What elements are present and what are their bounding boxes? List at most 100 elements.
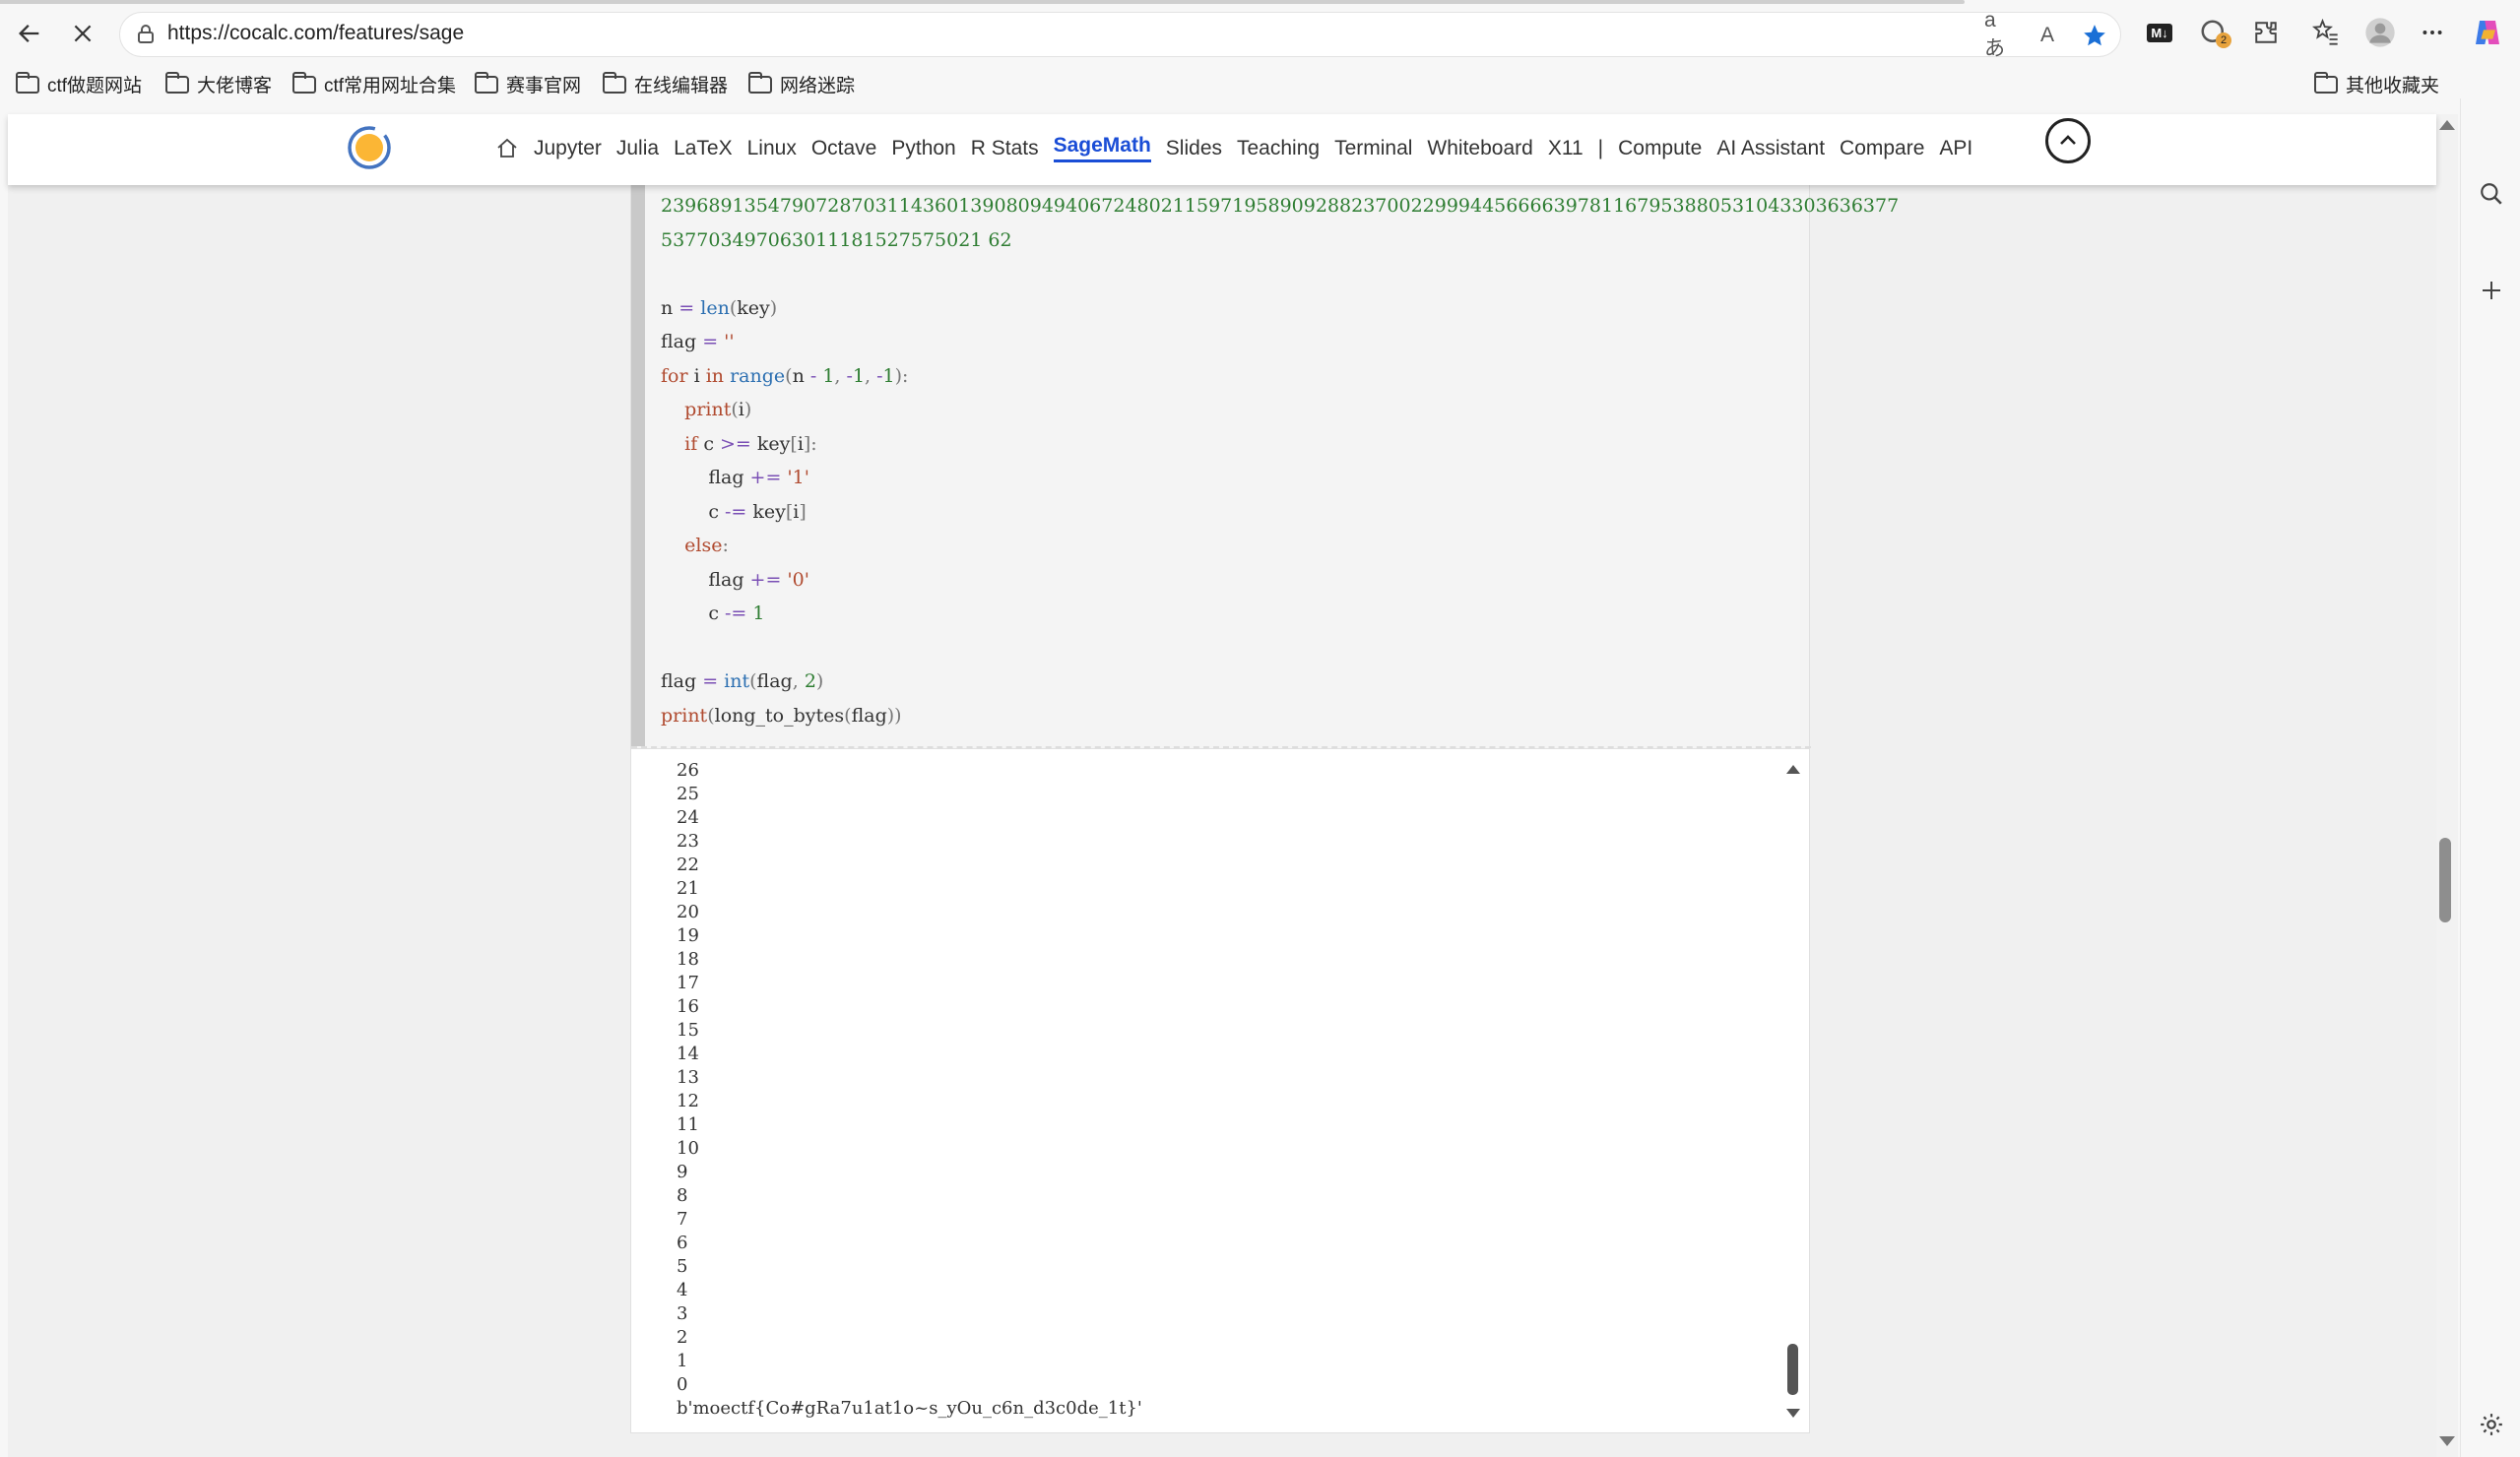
nav-x11[interactable]: X11 [1548,137,1583,160]
nav-sagemath[interactable]: SageMath [1053,134,1151,162]
output-result-line: b'moectf{Co#gRa7u1at1o~s_yOu_c6n_d3c0de_… [677,1398,1142,1419]
search-icon[interactable] [2475,177,2508,211]
markdown-extension-icon[interactable]: M↓ [2142,15,2177,50]
cocalc-logo-icon[interactable] [346,124,393,171]
bookmarks-bar: ctf做题网站 大佬博客 ctf常用网址合集 赛事官网 在线编辑器 网络迷踪 其… [0,64,2442,103]
bookmark-folder[interactable]: 在线编辑器 [603,71,728,97]
bookmark-folder[interactable]: 赛事官网 [475,71,581,97]
nav-r-stats[interactable]: R Stats [971,137,1039,160]
nav-ai-assistant[interactable]: AI Assistant [1716,137,1825,160]
output-line: 22 [677,855,699,875]
url-text[interactable]: https://cocalc.com/features/sage [167,22,464,45]
code-line: else: [684,535,729,556]
code-line: flag += '1' [661,467,809,488]
nav-latex[interactable]: LaTeX [674,137,733,160]
code-number-line: 2396891354790728703114360139080949406724… [661,195,1900,217]
output-line: 12 [677,1091,699,1111]
output-scrollbar-thumb[interactable] [1787,1344,1798,1395]
bookmark-folder[interactable]: ctf做题网站 [16,71,142,97]
nav-linux[interactable]: Linux [747,137,797,160]
code-number-line: 537703497063011181527575021 62 [661,228,1012,251]
extension-badge: 2 [2216,32,2231,48]
nav-teaching[interactable]: Teaching [1237,137,1320,160]
scroll-up-arrow-icon[interactable] [2439,120,2455,130]
folder-icon [475,71,498,94]
output-line: 0 [677,1374,688,1395]
output-line: 17 [677,973,699,993]
output-line: 16 [677,996,699,1017]
output-line: 19 [677,925,699,946]
extension-icon[interactable]: 2 [2196,15,2231,50]
nav-terminal[interactable]: Terminal [1334,137,1412,160]
output-line: 18 [677,949,699,970]
nav-octave[interactable]: Octave [811,137,877,160]
output-line: 7 [677,1209,688,1230]
output-scroll-up-icon[interactable] [1786,765,1800,774]
back-button[interactable] [10,14,49,53]
nav-compare[interactable]: Compare [1840,137,1924,160]
home-icon[interactable] [495,137,519,160]
code-line: flag = '' [661,331,735,352]
favorite-star-icon[interactable] [2080,21,2109,50]
folder-icon [16,71,39,94]
folder-icon [603,71,626,94]
more-options-icon[interactable] [2415,15,2450,50]
translate-icon[interactable]: aあ [1984,9,2014,60]
output-scroll-down-icon[interactable] [1786,1409,1800,1418]
profile-avatar-icon[interactable] [2362,15,2398,50]
output-line: 11 [677,1114,699,1135]
chevron-up-icon [2060,135,2076,145]
output-line: 26 [677,760,699,781]
output-line: 5 [677,1256,688,1277]
code-line: flag += '0' [661,568,809,591]
favorites-list-icon[interactable] [2308,15,2344,50]
output-line: 15 [677,1020,699,1041]
site-nav: Jupyter Julia LaTeX Linux Octave Python … [495,134,1972,162]
nav-python[interactable]: Python [891,137,955,160]
bookmark-folder[interactable]: 大佬博客 [165,71,272,97]
code-editor[interactable]: 2396891354790728703114360139080949406724… [661,189,1899,732]
folder-icon [165,71,189,94]
output-line: 23 [677,831,699,852]
scroll-to-top-button[interactable] [2045,118,2091,163]
folder-icon [748,71,772,94]
nav-whiteboard[interactable]: Whiteboard [1427,137,1532,160]
nav-julia[interactable]: Julia [616,137,659,160]
nav-slides[interactable]: Slides [1166,137,1222,160]
cell-output: 26 25 24 23 22 21 20 19 18 17 16 15 14 13 12 11 10 9 8 7 6 5 4… [630,748,1810,1433]
folder-icon [292,71,316,94]
browser-toolbar: https://cocalc.com/features/sage aあ A M↓… [0,0,2520,98]
output-scrollbar[interactable] [1785,761,1801,1421]
lock-icon[interactable] [134,23,158,46]
nav-compute[interactable]: Compute [1618,137,1702,160]
code-line: for i in range(n - 1, -1, -1): [661,364,909,387]
close-icon [74,25,92,42]
bookmark-folder[interactable]: ctf常用网址合集 [292,71,456,97]
code-cell[interactable]: 2396891354790728703114360139080949406724… [630,185,1899,748]
copilot-icon[interactable] [2470,15,2505,50]
browser-side-panel [2460,98,2520,1457]
code-line: if c >= key[i]: [684,432,817,455]
settings-gear-icon[interactable] [2475,1408,2508,1441]
page-scrollbar-thumb[interactable] [2439,838,2451,922]
code-line: c -= 1 [661,602,765,624]
nav-jupyter[interactable]: Jupyter [534,137,602,160]
puzzle-extensions-icon[interactable] [2248,15,2284,50]
code-line: flag = int(flag, 2) [661,670,824,692]
scroll-down-arrow-icon[interactable] [2439,1436,2455,1446]
read-aloud-icon[interactable]: A [2033,21,2062,50]
nav-api[interactable]: API [1939,137,1972,160]
stop-loading-button[interactable] [63,14,102,53]
other-bookmarks-folder[interactable]: 其他收藏夹 [2314,71,2439,97]
output-line: 21 [677,878,699,899]
cell-gutter-bar [631,185,645,746]
bookmark-folder[interactable]: 网络迷踪 [748,71,855,97]
output-line: 14 [677,1044,699,1064]
address-bar[interactable]: https://cocalc.com/features/sage aあ A [119,9,2121,60]
page-scrollbar[interactable] [2436,114,2458,1457]
output-line: 1 [677,1351,688,1371]
add-icon[interactable] [2475,274,2508,307]
back-arrow-icon [19,25,39,42]
site-header: Jupyter Julia LaTeX Linux Octave Python … [8,114,2436,185]
nav-separator: | [1597,136,1604,159]
